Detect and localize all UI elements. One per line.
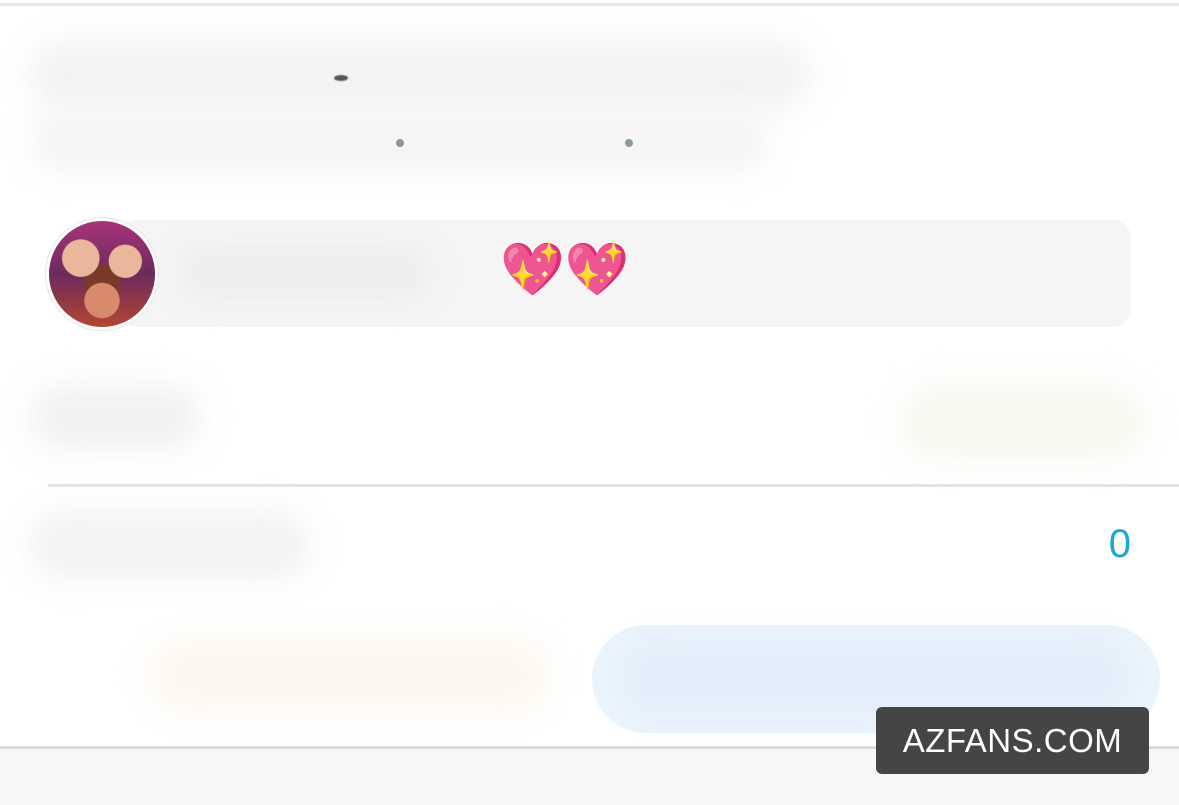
section-divider — [48, 484, 1179, 487]
separator-dot — [625, 139, 633, 147]
secondary-action-button[interactable] — [150, 638, 550, 713]
redacted-action-right[interactable] — [900, 385, 1145, 460]
count-value[interactable]: 0 — [1109, 520, 1131, 568]
message-text: 💖💖 — [500, 240, 630, 300]
redacted-count-label — [30, 510, 310, 580]
top-divider — [0, 3, 1179, 6]
avatar[interactable] — [46, 218, 158, 330]
separator-dot — [396, 139, 404, 147]
redacted-message-text — [180, 245, 430, 300]
redacted-header-line — [30, 40, 810, 110]
primary-action-label-redacted — [620, 640, 1130, 715]
watermark: AZFANS.COM — [876, 707, 1149, 774]
header-mark — [334, 75, 348, 81]
redacted-action-left[interactable] — [30, 385, 200, 450]
